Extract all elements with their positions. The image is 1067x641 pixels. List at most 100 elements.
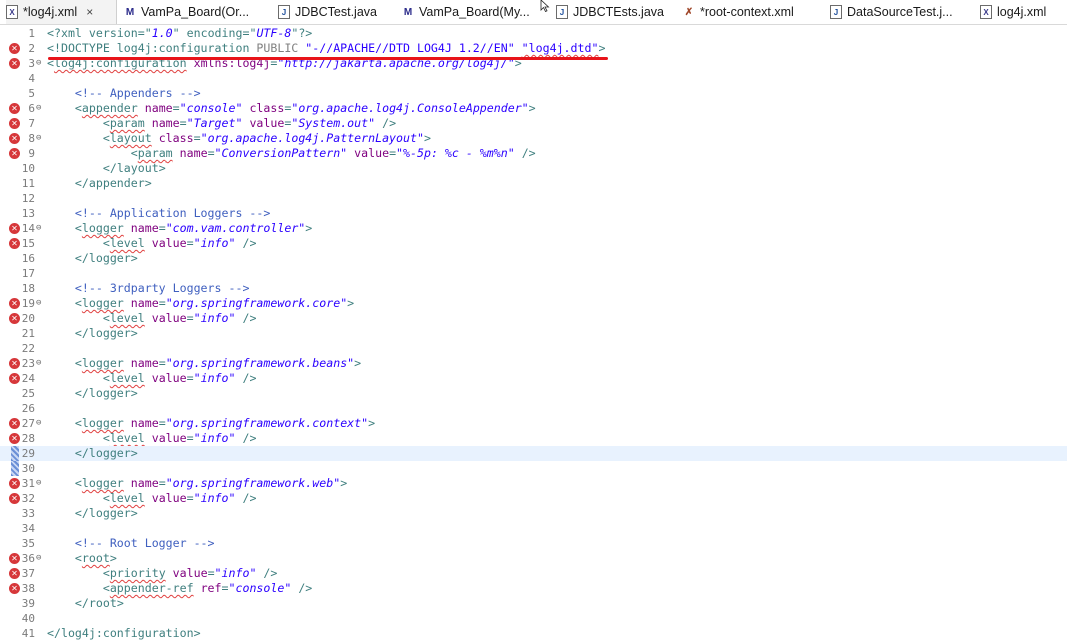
code-line[interactable]: ✕ 28 <level value="info" /> xyxy=(0,431,1067,446)
editor-tab[interactable]: J JDBCTest.java xyxy=(278,0,398,24)
code-line[interactable]: 17 xyxy=(0,266,1067,281)
fold-toggle-icon[interactable]: ⊖ xyxy=(36,101,41,116)
code-text: </root> xyxy=(74,596,124,610)
editor-gutter: ✕ 14 ⊖ xyxy=(0,221,44,236)
code-line[interactable]: 13 <!-- Application Loggers --> xyxy=(0,206,1067,221)
code-text: <logger name="org.springframework.core"> xyxy=(74,296,355,310)
line-number: 13 xyxy=(21,207,35,220)
editor-gutter: ✕ 15 xyxy=(0,236,44,251)
line-number: 34 xyxy=(21,522,35,535)
editor-tab[interactable]: Xlog4j.xml xyxy=(980,0,1067,24)
line-number: 7 xyxy=(28,117,35,130)
code-line[interactable]: 39 </root> xyxy=(0,596,1067,611)
code-line[interactable]: ✕ 37 <priority value="info" /> xyxy=(0,566,1067,581)
code-line[interactable]: ✕ 38 <appender-ref ref="console" /> xyxy=(0,581,1067,596)
code-text: <!DOCTYPE log4j:configuration PUBLIC "-/… xyxy=(47,41,606,55)
editor-tab-label: *log4j.xml xyxy=(23,5,78,19)
fold-toggle-icon[interactable]: ⊖ xyxy=(36,476,41,491)
code-text: <appender-ref ref="console" /> xyxy=(102,581,313,595)
line-number: 39 xyxy=(21,597,35,610)
editor-tab[interactable]: M VamPa_Board(My... xyxy=(402,0,550,24)
code-line[interactable]: ✕ 6 ⊖ <appender name="console" class="org.… xyxy=(0,101,1067,116)
code-line[interactable]: 10 </layout> xyxy=(0,161,1067,176)
code-line[interactable]: 18 <!-- 3rdparty Loggers --> xyxy=(0,281,1067,296)
code-line[interactable]: 21 </logger> xyxy=(0,326,1067,341)
code-line[interactable]: 26 xyxy=(0,401,1067,416)
editor-tab-label: JDBCTEsts.java xyxy=(573,5,664,19)
line-number: 11 xyxy=(21,177,35,190)
code-line[interactable]: ✕ 2 <!DOCTYPE log4j:configuration PUBLIC "… xyxy=(0,41,1067,56)
editor-gutter: 1 xyxy=(0,26,44,41)
editor-gutter: 4 xyxy=(0,71,44,86)
editor-tab-label: VamPa_Board(My... xyxy=(419,5,530,19)
line-number: 16 xyxy=(21,252,35,265)
code-line[interactable]: 35 <!-- Root Logger --> xyxy=(0,536,1067,551)
code-line[interactable]: ✕ 27 ⊖ <logger name="org.springframework.c… xyxy=(0,416,1067,431)
code-line[interactable]: 33 </logger> xyxy=(0,506,1067,521)
java-file-icon: J xyxy=(830,5,842,19)
close-tab-icon[interactable]: × xyxy=(86,5,93,19)
fold-toggle-icon[interactable]: ⊖ xyxy=(36,56,41,71)
fold-toggle-icon[interactable]: ⊖ xyxy=(36,221,41,236)
editor-gutter: 26 xyxy=(0,401,44,416)
line-number: 4 xyxy=(28,72,35,85)
editor-gutter: 35 xyxy=(0,536,44,551)
editor-tab[interactable]: J DataSourceTest.j... xyxy=(830,0,975,24)
editor-tab[interactable]: M VamPa_Board(Or... xyxy=(124,0,272,24)
code-line[interactable]: 40 xyxy=(0,611,1067,626)
code-text: <level value="info" /> xyxy=(102,236,257,250)
editor-gutter: 16 xyxy=(0,251,44,266)
code-line[interactable]: 12 xyxy=(0,191,1067,206)
code-line[interactable]: 25 </logger> xyxy=(0,386,1067,401)
code-text: <appender name="console" class="org.apac… xyxy=(74,101,536,115)
code-line[interactable]: 5 <!-- Appenders --> xyxy=(0,86,1067,101)
line-number: 21 xyxy=(21,327,35,340)
editor-tab[interactable]: ✗ *root-context.xml xyxy=(683,0,823,24)
code-line[interactable]: ✕ 36 ⊖ <root> xyxy=(0,551,1067,566)
code-text: <param name="Target" value="System.out" … xyxy=(102,116,397,130)
code-line[interactable]: ✕ 32 <level value="info" /> xyxy=(0,491,1067,506)
code-line[interactable]: 4 xyxy=(0,71,1067,86)
code-line[interactable]: ✕ 20 <level value="info" /> xyxy=(0,311,1067,326)
code-line[interactable]: ✕ 14 ⊖ <logger name="com.vam.controller"> xyxy=(0,221,1067,236)
editor-gutter: 10 xyxy=(0,161,44,176)
code-line[interactable]: 29 </logger> xyxy=(0,446,1067,461)
code-line[interactable]: 30 xyxy=(0,461,1067,476)
code-text: <!-- Application Loggers --> xyxy=(74,206,271,220)
editor-gutter: 25 xyxy=(0,386,44,401)
code-text: <?xml version="1.0" encoding="UTF-8"?> xyxy=(47,26,313,40)
code-text: <!-- 3rdparty Loggers --> xyxy=(74,281,250,295)
line-number: 9 xyxy=(28,147,35,160)
code-line[interactable]: 1 <?xml version="1.0" encoding="UTF-8"?> xyxy=(0,26,1067,41)
editor-gutter: 21 xyxy=(0,326,44,341)
xml-source-editor[interactable]: 1 <?xml version="1.0" encoding="UTF-8"?> ✕… xyxy=(0,24,1067,640)
code-line[interactable]: ✕ 23 ⊖ <logger name="org.springframework.b… xyxy=(0,356,1067,371)
fold-toggle-icon[interactable]: ⊖ xyxy=(36,131,41,146)
code-line[interactable]: ✕ 8 ⊖ <layout class="org.apache.log4j.Patt… xyxy=(0,131,1067,146)
line-number: 10 xyxy=(21,162,35,175)
fold-toggle-icon[interactable]: ⊖ xyxy=(36,416,41,431)
editor-gutter: ✕ 20 xyxy=(0,311,44,326)
code-text: <!-- Appenders --> xyxy=(74,86,201,100)
code-line[interactable]: 34 xyxy=(0,521,1067,536)
editor-gutter: ✕ 32 xyxy=(0,491,44,506)
code-line[interactable]: ✕ 24 <level value="info" /> xyxy=(0,371,1067,386)
code-line[interactable]: 11 </appender> xyxy=(0,176,1067,191)
editor-gutter: ✕ 8 ⊖ xyxy=(0,131,44,146)
code-line[interactable]: ✕ 9 <param name="ConversionPattern" value… xyxy=(0,146,1067,161)
code-line[interactable]: 16 </logger> xyxy=(0,251,1067,266)
fold-toggle-icon[interactable]: ⊖ xyxy=(36,296,41,311)
fold-toggle-icon[interactable]: ⊖ xyxy=(36,551,41,566)
code-line[interactable]: ✕ 19 ⊖ <logger name="org.springframework.c… xyxy=(0,296,1067,311)
editor-gutter: ✕ 38 xyxy=(0,581,44,596)
code-line[interactable]: ✕ 7 <param name="Target" value="System.ou… xyxy=(0,116,1067,131)
line-number: 32 xyxy=(21,492,35,505)
editor-gutter: ✕ 24 xyxy=(0,371,44,386)
code-line[interactable]: ✕ 31 ⊖ <logger name="org.springframework.w… xyxy=(0,476,1067,491)
fold-toggle-icon[interactable]: ⊖ xyxy=(36,356,41,371)
code-line[interactable]: 22 xyxy=(0,341,1067,356)
editor-tab[interactable]: J JDBCTEsts.java xyxy=(556,0,676,24)
editor-tab[interactable]: X *log4j.xml × xyxy=(6,0,117,24)
line-number: 15 xyxy=(21,237,35,250)
code-line[interactable]: ✕ 15 <level value="info" /> xyxy=(0,236,1067,251)
